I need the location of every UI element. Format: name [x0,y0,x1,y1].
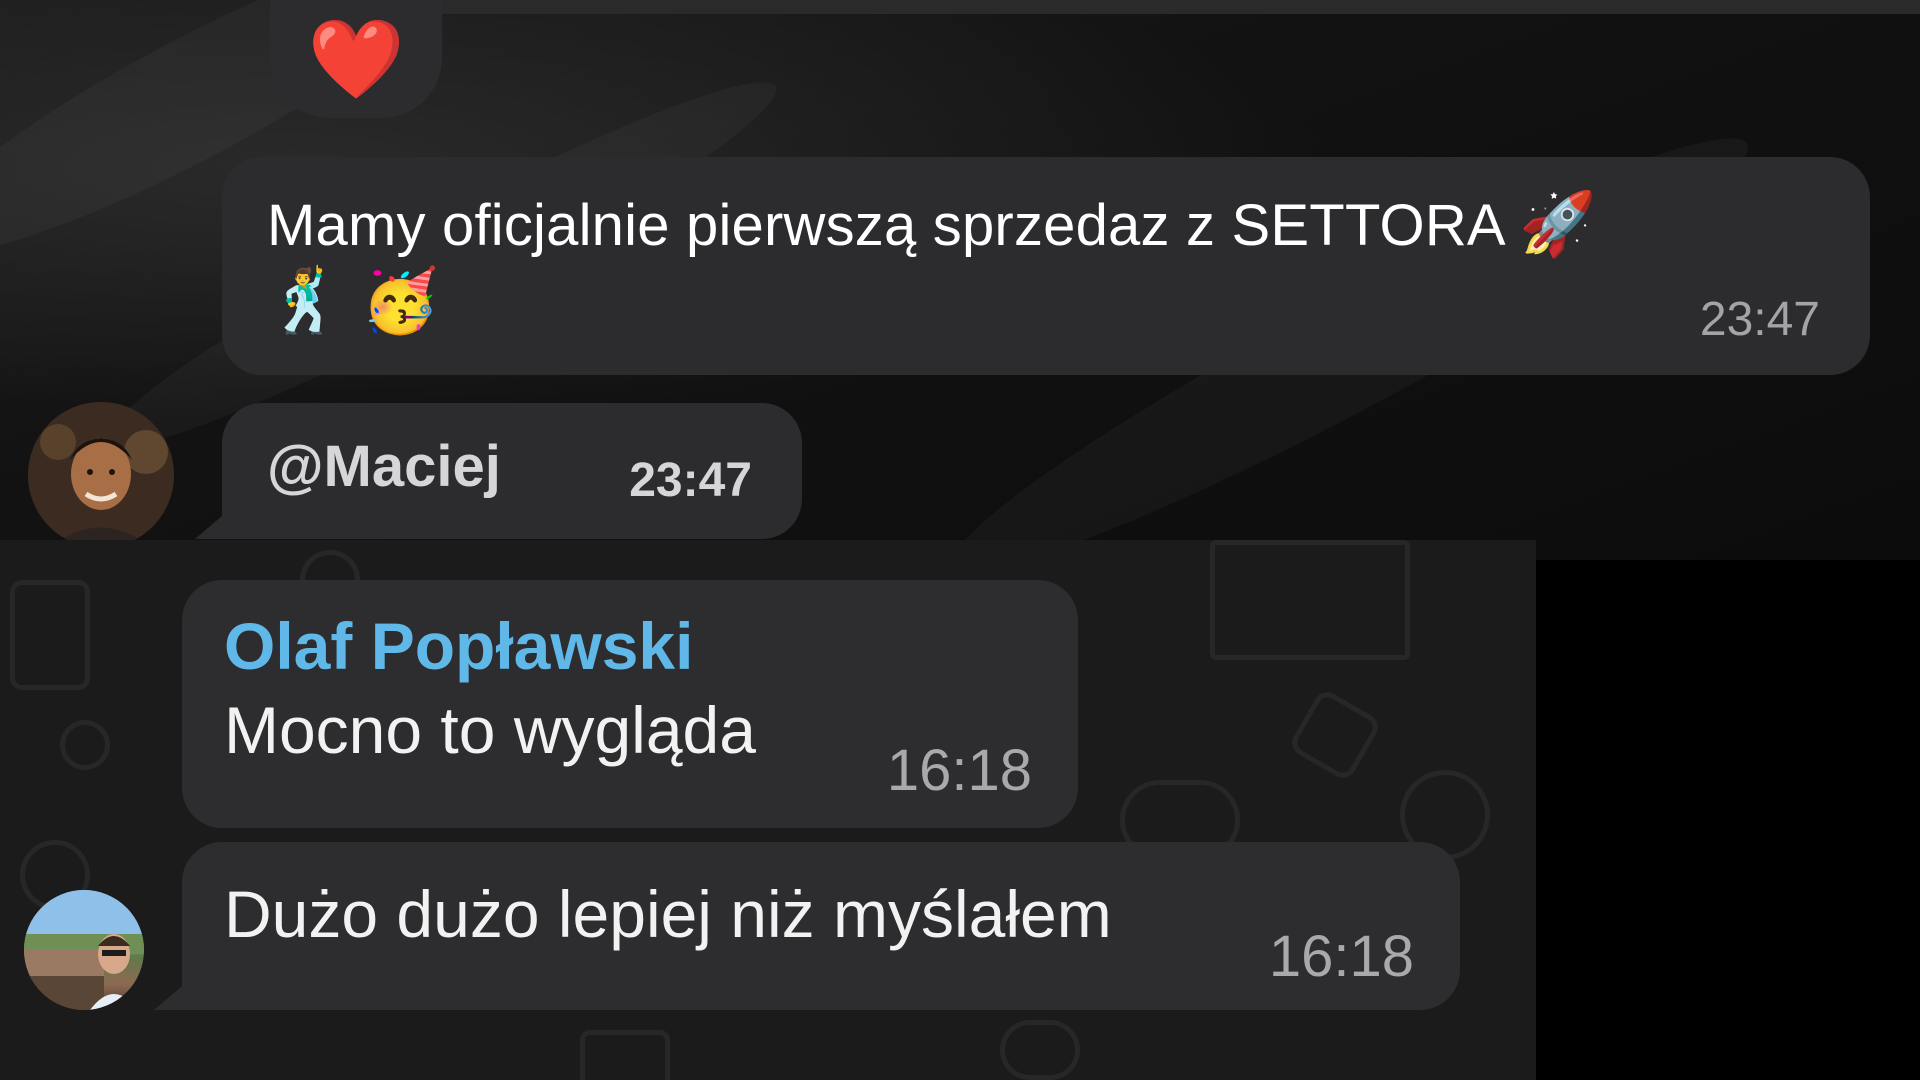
avatar-portrait [28,402,174,548]
screenshot-collage: ❤️ Mamy oficjalnie pierwszą sprzedaz z S… [0,0,1920,1080]
message-bubble[interactable]: Olaf Popławski Mocno to wygląda 16:18 [182,580,1078,828]
message-bubble[interactable]: Mamy oficjalnie pierwszą sprzedaz z SETT… [222,157,1870,375]
rocket-emoji-icon: 🚀 [1518,190,1597,259]
message-timestamp: 16:18 [886,738,1032,803]
red-heart-icon: ❤️ [307,15,405,103]
message-timestamp: 23:47 [629,454,752,507]
message-timestamp: 23:47 [1699,293,1820,346]
previous-message-edge [440,0,1920,14]
wallpaper-doodle [580,1030,670,1080]
wallpaper-doodle [10,580,90,690]
wallpaper-doodle [1000,1020,1080,1080]
message-bubble[interactable]: Dużo dużo lepiej niż myślałem 16:18 [182,842,1460,1010]
mention-link[interactable]: @Maciej [267,433,501,500]
message-bubble[interactable]: @Maciej 23:47 [222,403,802,539]
message-text: Dużo dużo lepiej niż myślałem [224,877,1112,951]
wallpaper-doodle [60,720,110,770]
wallpaper-doodle [1210,540,1410,660]
wallpaper-doodle [1287,687,1383,783]
message-text: Mamy oficjalnie pierwszą sprzedaz z SETT… [267,187,1820,341]
dancing-party-emoji-icon: 🕺 🥳 [267,267,440,336]
user-avatar-icon[interactable] [28,402,174,548]
sender-name[interactable]: Olaf Popławski [224,608,693,684]
user-avatar-icon[interactable] [24,890,144,1010]
avatar-portrait [24,890,144,1010]
message-timestamp: 16:18 [1268,924,1414,989]
message-text: Mocno to wygląda [224,693,756,767]
message-text-body: Mamy oficjalnie pierwszą sprzedaz z SETT… [267,193,1503,258]
heart-reaction[interactable]: ❤️ [270,0,442,118]
